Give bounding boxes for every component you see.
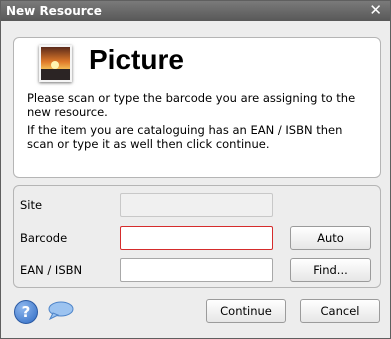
cancel-button[interactable]: Cancel [300, 299, 380, 323]
continue-button[interactable]: Continue [206, 299, 286, 323]
barcode-label: Barcode [20, 231, 68, 245]
ean-isbn-label: EAN / ISBN [20, 263, 83, 277]
title-bar: New Resource ✕ [1, 1, 390, 21]
instruction-text-1: Please scan or type the barcode you are … [27, 91, 356, 119]
picture-thumbnail-icon [39, 45, 72, 82]
form-panel: Site Barcode Auto EAN / ISBN Find... [13, 185, 381, 288]
site-label: Site [20, 198, 43, 212]
site-field [120, 193, 273, 217]
chat-bubble-icon[interactable] [47, 301, 74, 321]
info-panel: Picture Please scan or type the barcode … [13, 37, 381, 178]
ean-isbn-field[interactable] [120, 258, 273, 282]
panel-heading: Picture [89, 44, 184, 75]
window-title: New Resource [6, 4, 102, 18]
new-resource-dialog: New Resource ✕ Picture Please scan or ty… [0, 0, 391, 339]
instruction-text-2: If the item you are cataloguing has an E… [27, 123, 343, 151]
close-icon[interactable]: ✕ [369, 2, 382, 19]
barcode-field[interactable] [120, 226, 273, 250]
help-icon[interactable]: ? [14, 300, 38, 324]
find-button[interactable]: Find... [290, 258, 371, 282]
auto-button[interactable]: Auto [290, 226, 371, 250]
